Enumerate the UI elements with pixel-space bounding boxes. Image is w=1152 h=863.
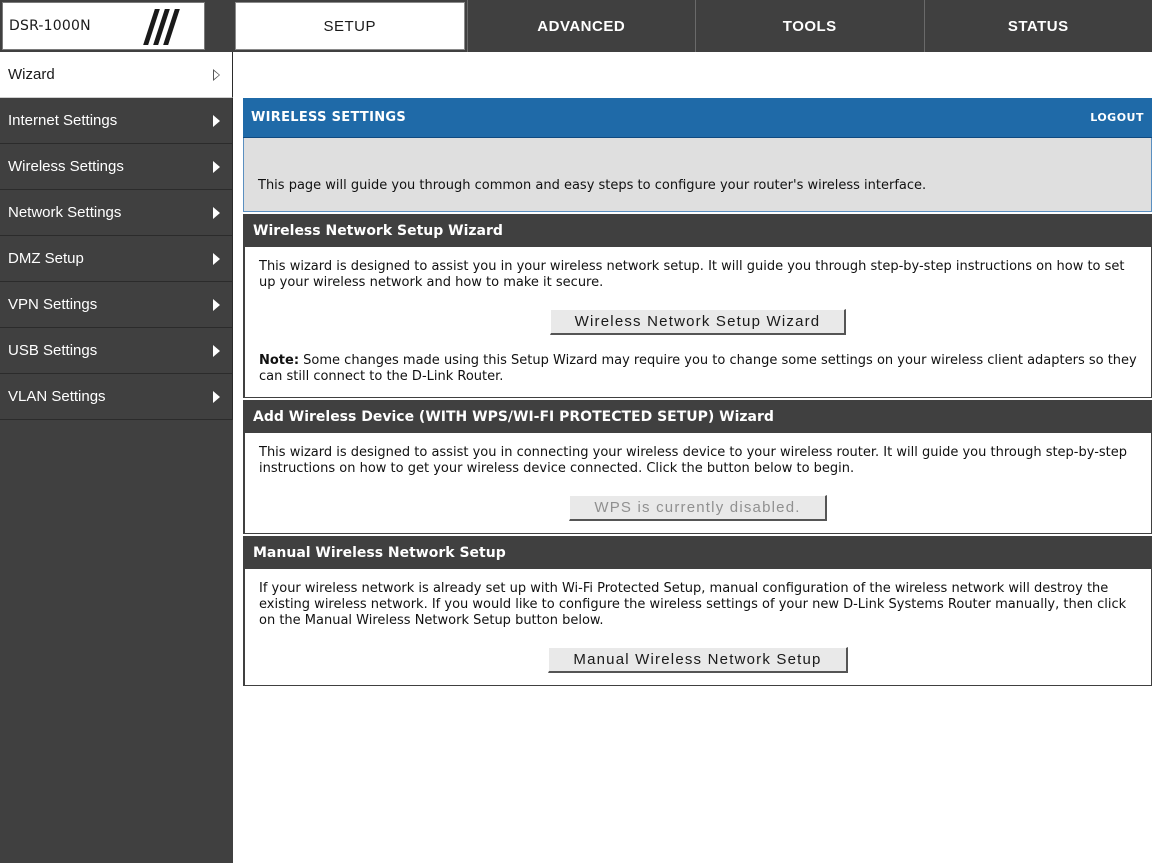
section-description: This wizard is designed to assist you in… — [259, 445, 1128, 476]
wizard-note: Note: Some changes made using this Setup… — [259, 353, 1137, 385]
chevron-right-icon — [213, 115, 220, 127]
tab-status[interactable]: STATUS — [923, 0, 1152, 52]
chevron-right-icon — [213, 253, 220, 265]
chevron-right-icon — [213, 207, 220, 219]
section-body: This wizard is designed to assist you in… — [245, 247, 1151, 397]
note-label: Note: — [259, 353, 300, 368]
top-bar: DSR-1000N SETUP ADVANCED TOOLS STATUS — [0, 0, 1152, 52]
sidebar-item-label: Wizard — [8, 66, 55, 83]
sidebar-item-label: VLAN Settings — [8, 388, 106, 405]
sidebar-item-vlan-settings[interactable]: VLAN Settings — [0, 374, 233, 420]
sidebar: Wizard Internet Settings Wireless Settin… — [0, 52, 233, 863]
sidebar-item-wireless-settings[interactable]: Wireless Settings — [0, 144, 233, 190]
chevron-right-icon — [213, 161, 220, 173]
sidebar-item-label: Internet Settings — [8, 112, 118, 129]
section-manual-setup: Manual Wireless Network Setup If your wi… — [243, 536, 1152, 686]
sidebar-item-usb-settings[interactable]: USB Settings — [0, 328, 233, 374]
section-wireless-wizard: Wireless Network Setup Wizard This wizar… — [243, 214, 1152, 398]
chevron-right-icon — [213, 299, 220, 311]
section-title: Add Wireless Device (WITH WPS/WI-FI PROT… — [245, 401, 1151, 433]
wireless-setup-wizard-button[interactable]: Wireless Network Setup Wizard — [549, 309, 847, 335]
section-title: Wireless Network Setup Wizard — [245, 215, 1151, 247]
sidebar-item-label: USB Settings — [8, 342, 98, 359]
model-name: DSR-1000N — [9, 18, 91, 34]
model-logo: DSR-1000N — [2, 2, 205, 50]
button-row: Manual Wireless Network Setup — [259, 647, 1137, 673]
sidebar-item-network-settings[interactable]: Network Settings — [0, 190, 233, 236]
manual-setup-button[interactable]: Manual Wireless Network Setup — [548, 647, 848, 673]
page-title: WIRELESS SETTINGS — [251, 110, 407, 125]
note-text: Some changes made using this Setup Wizar… — [259, 353, 1137, 384]
tab-advanced[interactable]: ADVANCED — [466, 0, 696, 52]
dlink-slashes-icon — [141, 9, 181, 45]
main-tabs: SETUP ADVANCED TOOLS STATUS — [233, 0, 1152, 52]
section-wps-wizard: Add Wireless Device (WITH WPS/WI-FI PROT… — [243, 400, 1152, 534]
button-row: WPS is currently disabled. — [259, 495, 1137, 521]
sidebar-item-internet-settings[interactable]: Internet Settings — [0, 98, 233, 144]
logo-gap — [205, 0, 233, 52]
sidebar-item-label: Wireless Settings — [8, 158, 124, 175]
page-header: WIRELESS SETTINGS LOGOUT — [243, 98, 1152, 138]
section-description: If your wireless network is already set … — [259, 581, 1127, 628]
page-intro: This page will guide you through common … — [243, 138, 1152, 212]
main-content: WIRELESS SETTINGS LOGOUT This page will … — [243, 98, 1152, 686]
button-row: Wireless Network Setup Wizard — [259, 309, 1137, 335]
chevron-right-icon — [213, 69, 220, 81]
sidebar-item-vpn-settings[interactable]: VPN Settings — [0, 282, 233, 328]
section-description: This wizard is designed to assist you in… — [259, 259, 1125, 290]
chevron-right-icon — [213, 345, 220, 357]
chevron-right-icon — [213, 391, 220, 403]
logout-link[interactable]: LOGOUT — [1090, 111, 1144, 124]
wps-disabled-button[interactable]: WPS is currently disabled. — [569, 495, 827, 521]
sidebar-item-label: DMZ Setup — [8, 250, 84, 267]
tab-tools[interactable]: TOOLS — [695, 0, 924, 52]
tab-setup[interactable]: SETUP — [235, 2, 465, 50]
section-body: If your wireless network is already set … — [245, 569, 1151, 685]
sidebar-item-wizard[interactable]: Wizard — [0, 52, 233, 98]
sidebar-item-label: Network Settings — [8, 204, 122, 221]
section-body: This wizard is designed to assist you in… — [245, 433, 1151, 533]
sidebar-item-dmz-setup[interactable]: DMZ Setup — [0, 236, 233, 282]
section-title: Manual Wireless Network Setup — [245, 537, 1151, 569]
sidebar-item-label: VPN Settings — [8, 296, 98, 313]
